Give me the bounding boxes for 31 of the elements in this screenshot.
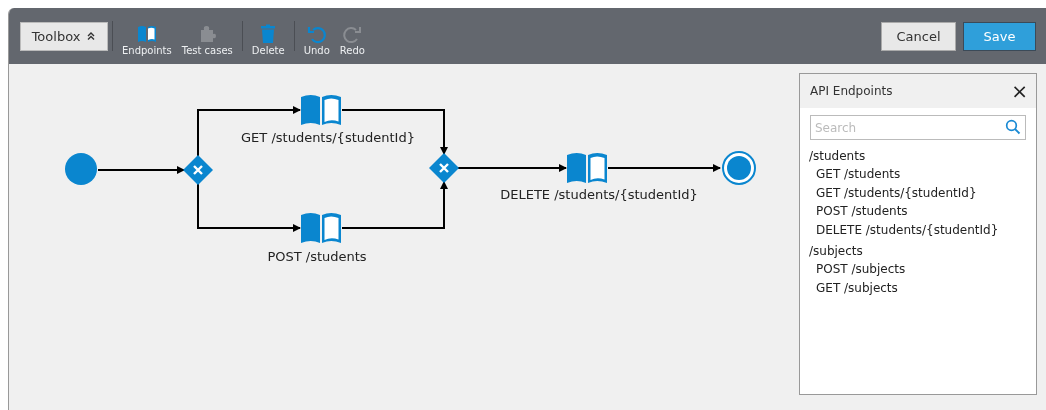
end-event [722,151,756,185]
endpoint-item[interactable]: GET /students [809,165,1028,184]
toolbar-button[interactable]: Endpoints [117,22,177,56]
book-icon [135,24,158,44]
group-item[interactable]: /students [809,147,1028,165]
search-field[interactable]: Search [810,115,1026,140]
toolbar-button[interactable]: Delete [246,22,290,56]
group-item[interactable]: /subjects [809,242,1028,260]
endpoint-item[interactable]: GET /subjects [809,278,1028,297]
gateway [183,155,213,185]
search-icon [1005,119,1021,135]
endpoint-item[interactable]: POST /students [809,202,1028,221]
gateway [429,153,459,183]
toolbar-button[interactable]: Undo [298,22,335,56]
book-icon [301,95,341,125]
endpoint-item[interactable]: POST /subjects [809,260,1028,279]
undo-icon [305,24,328,44]
start-event [65,153,97,185]
redo-icon [341,24,364,44]
task-label: DELETE /students/{studentId} [500,187,698,202]
cancel-button[interactable]: Cancel [881,21,956,51]
endpoint-item[interactable]: GET /students/{studentId} [809,183,1028,202]
book-icon [567,153,607,183]
toolbox-button[interactable]: Toolbox [20,21,108,51]
panel-title: API Endpoints [810,84,893,98]
close-button[interactable]: × [1011,81,1028,101]
task-label: POST /students [267,249,367,264]
endpoint-item[interactable]: DELETE /students/{studentId} [809,220,1028,239]
task-label: GET /students/{studentId} [241,130,415,145]
book-icon [301,213,341,243]
chevron-icon [86,31,97,41]
